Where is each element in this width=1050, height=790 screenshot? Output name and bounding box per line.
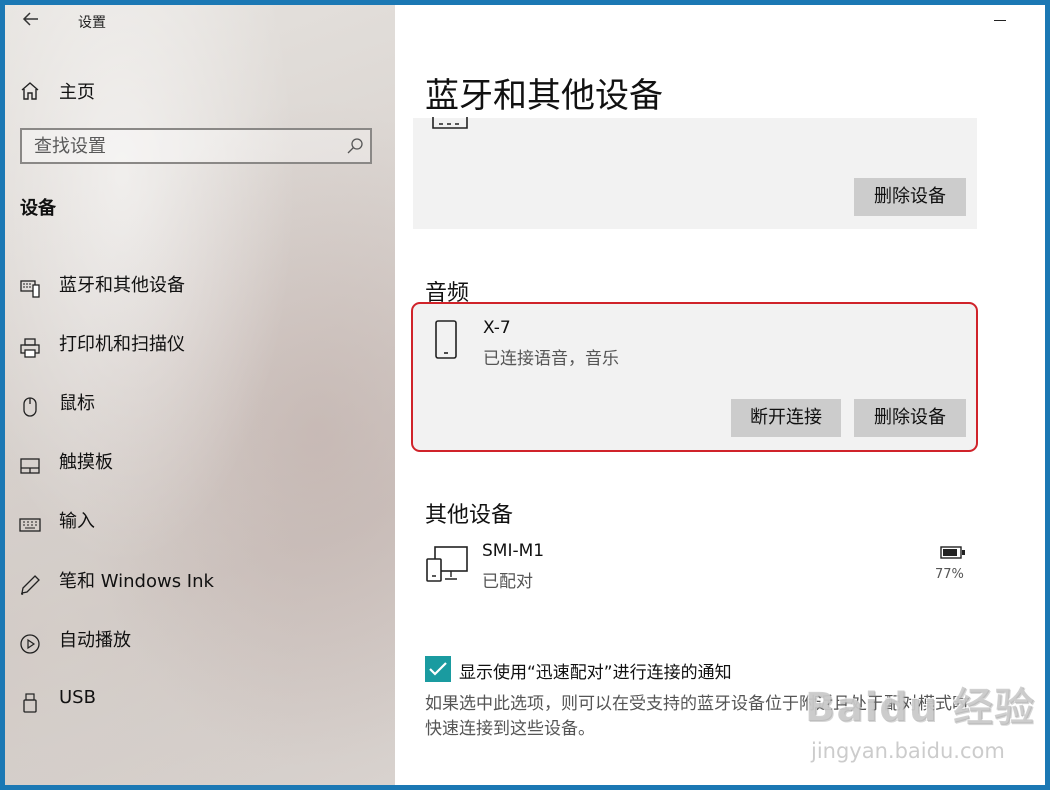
sidebar-item-label: 鼠标 bbox=[59, 392, 95, 414]
main-content: 蓝牙和其他设备 删除设备 音频 X-7 已连接语音，音乐 断开连接 删除设备 其… bbox=[395, 5, 1045, 785]
remove-device-button[interactable]: 删除设备 bbox=[854, 399, 966, 437]
device-name: SMI-M1 bbox=[482, 541, 545, 561]
nav-home-label: 主页 bbox=[59, 82, 95, 103]
sidebar-item-usb[interactable]: USB bbox=[5, 673, 395, 732]
search-icon[interactable] bbox=[346, 137, 364, 155]
sidebar-item-touchpad[interactable]: 触摸板 bbox=[5, 437, 395, 496]
sidebar: 设置 主页 设备 蓝牙和其他设备 bbox=[5, 5, 395, 785]
autoplay-icon bbox=[19, 633, 41, 655]
keyboard-icon bbox=[19, 514, 41, 536]
sidebar-item-printers[interactable]: 打印机和扫描仪 bbox=[5, 318, 395, 377]
phone-icon bbox=[429, 320, 463, 360]
display-device-icon bbox=[425, 545, 469, 583]
device-status: 已配对 bbox=[482, 572, 533, 592]
page-title: 蓝牙和其他设备 bbox=[425, 76, 663, 116]
battery-icon bbox=[940, 545, 966, 559]
home-icon bbox=[19, 80, 41, 102]
sidebar-item-label: 打印机和扫描仪 bbox=[59, 333, 185, 355]
swift-pair-checkbox[interactable] bbox=[425, 656, 451, 682]
sidebar-nav: 蓝牙和其他设备 打印机和扫描仪 鼠标 触摸板 输入 笔和 Windows Ink… bbox=[5, 259, 395, 733]
settings-window: 设置 主页 设备 蓝牙和其他设备 bbox=[5, 5, 1045, 785]
other-devices-heading: 其他设备 bbox=[425, 503, 514, 528]
back-arrow-icon[interactable] bbox=[19, 9, 43, 33]
search-box bbox=[20, 128, 372, 164]
sidebar-item-label: 笔和 Windows Ink bbox=[59, 570, 214, 592]
sidebar-item-label: 触摸板 bbox=[59, 452, 113, 474]
battery-level: 77% bbox=[935, 567, 964, 582]
mouse-icon bbox=[19, 396, 41, 418]
device-name: X-7 bbox=[483, 318, 511, 338]
window-title: 设置 bbox=[78, 15, 106, 31]
touchpad-icon bbox=[19, 455, 41, 477]
swift-pair-label[interactable]: 显示使用“迅速配对”进行连接的通知 bbox=[459, 658, 732, 683]
minimize-icon[interactable] bbox=[991, 9, 1011, 29]
sidebar-item-label: 蓝牙和其他设备 bbox=[59, 274, 185, 296]
sidebar-item-label: 输入 bbox=[59, 511, 95, 533]
printer-icon bbox=[19, 337, 41, 359]
bluetooth-devices-icon bbox=[19, 278, 41, 300]
sidebar-item-typing[interactable]: 输入 bbox=[5, 496, 395, 555]
sidebar-item-autoplay[interactable]: 自动播放 bbox=[5, 614, 395, 673]
device-card-partial: 删除设备 bbox=[413, 116, 977, 229]
sidebar-item-pen[interactable]: 笔和 Windows Ink bbox=[5, 555, 395, 614]
sidebar-item-label: USB bbox=[59, 687, 96, 709]
sidebar-item-bluetooth[interactable]: 蓝牙和其他设备 bbox=[5, 259, 395, 318]
disconnect-button[interactable]: 断开连接 bbox=[731, 399, 841, 437]
swift-pair-description: 如果选中此选项，则可以在受支持的蓝牙设备位于附近且处于配对模式时快速连接到这些设… bbox=[425, 694, 969, 739]
keyboard-device-icon bbox=[431, 116, 469, 130]
pen-icon bbox=[19, 574, 41, 596]
search-input[interactable] bbox=[22, 130, 334, 162]
nav-home[interactable]: 主页 bbox=[19, 77, 95, 105]
usb-icon bbox=[19, 692, 41, 714]
section-heading-devices: 设备 bbox=[20, 198, 56, 219]
watermark-url: jingyan.baidu.com bbox=[811, 739, 1005, 763]
remove-device-button[interactable]: 删除设备 bbox=[854, 178, 966, 216]
device-status: 已连接语音，音乐 bbox=[483, 349, 619, 369]
sidebar-item-label: 自动播放 bbox=[59, 629, 131, 651]
sidebar-item-mouse[interactable]: 鼠标 bbox=[5, 377, 395, 436]
audio-device-card[interactable]: X-7 已连接语音，音乐 断开连接 删除设备 bbox=[411, 302, 978, 452]
